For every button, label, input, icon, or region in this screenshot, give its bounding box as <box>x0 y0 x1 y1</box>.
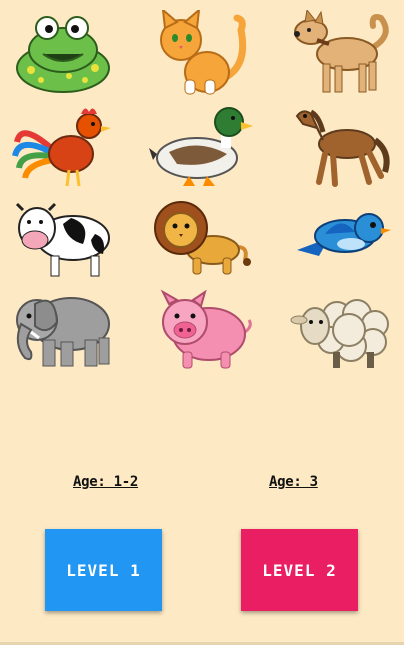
dog-icon <box>286 8 396 98</box>
age-label-level-1: Age: 1-2 <box>73 474 139 490</box>
sheep-icon <box>286 284 396 374</box>
age-label-level-2: Age: 3 <box>269 474 318 490</box>
cat-icon <box>146 8 256 98</box>
bird-icon <box>286 192 396 282</box>
level-2-button[interactable]: LEVEL 2 <box>241 529 358 611</box>
animal-grid <box>0 0 404 380</box>
rooster-icon <box>8 100 118 190</box>
duck-icon <box>146 100 256 190</box>
frog-icon <box>8 8 118 98</box>
level-1-button[interactable]: LEVEL 1 <box>45 529 162 611</box>
elephant-icon <box>8 284 118 374</box>
lion-icon <box>146 192 256 282</box>
horse-icon <box>286 100 396 190</box>
pig-icon <box>146 284 256 374</box>
cow-icon <box>8 192 118 282</box>
